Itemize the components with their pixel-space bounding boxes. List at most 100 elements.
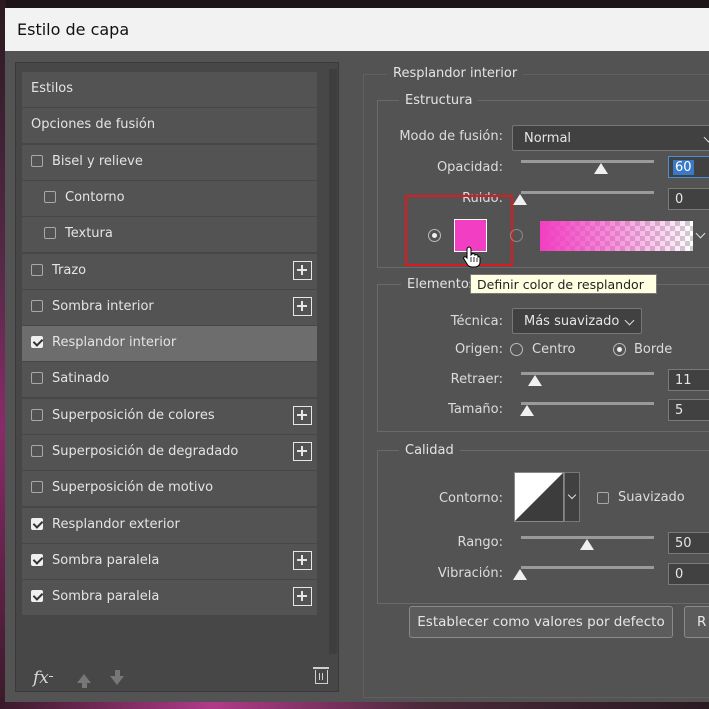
style-checkbox[interactable]: [31, 481, 43, 494]
styles-list-item[interactable]: Resplandor exterior: [22, 507, 317, 543]
choke-input[interactable]: 11: [668, 369, 709, 391]
opacity-label: Opacidad:: [436, 160, 503, 175]
style-checkbox[interactable]: [31, 154, 43, 167]
style-checkbox[interactable]: [44, 227, 56, 240]
styles-list-item[interactable]: Sombra paralela: [22, 580, 317, 616]
styles-list-item[interactable]: Bisel y relieve: [22, 144, 317, 180]
add-style-icon[interactable]: [293, 442, 312, 461]
styles-list-item[interactable]: Superposición de degradado: [22, 435, 317, 470]
range-slider-thumb[interactable]: [580, 539, 594, 550]
contour-dropdown[interactable]: [564, 472, 580, 522]
size-label: Tamaño:: [448, 402, 503, 417]
style-checkbox[interactable]: [31, 408, 43, 421]
noise-input[interactable]: 0: [668, 188, 709, 210]
opacity-slider-thumb[interactable]: [594, 163, 608, 174]
opacity-value: 60: [673, 160, 694, 175]
choke-slider-thumb[interactable]: [528, 375, 542, 386]
add-style-icon[interactable]: [293, 405, 312, 425]
opacity-slider-track[interactable]: [521, 160, 654, 163]
style-item-label: Sombra interior: [52, 298, 154, 314]
styles-list-item[interactable]: Contorno: [22, 180, 317, 216]
technique-dropdown[interactable]: Más suavizado: [512, 308, 642, 334]
styles-list-item[interactable]: Estilos: [22, 72, 317, 107]
styles-list-item[interactable]: Sombra interior: [22, 289, 317, 325]
style-checkbox[interactable]: [31, 372, 43, 385]
source-edge-radio[interactable]: [613, 343, 626, 356]
size-slider-track[interactable]: [521, 402, 654, 405]
style-item-label: Sombra paralela: [52, 589, 160, 605]
inner-glow-title: Resplandor interior: [387, 66, 524, 81]
jitter-slider-thumb[interactable]: [513, 569, 527, 580]
add-style-icon[interactable]: [293, 296, 312, 316]
style-checkbox[interactable]: [31, 445, 43, 457]
set-default-button[interactable]: Establecer como valores por defecto: [409, 606, 673, 638]
style-checkbox[interactable]: [31, 590, 43, 603]
set-default-label: Establecer como valores por defecto: [417, 614, 665, 630]
styles-list-panel: Estilos Opciones de fusión Bisel y relieve…: [15, 62, 339, 692]
noise-slider-thumb[interactable]: [513, 194, 527, 205]
style-item-label: Estilos: [31, 81, 74, 96]
trash-icon[interactable]: [313, 667, 329, 684]
add-style-icon[interactable]: [293, 587, 312, 607]
antialias-label: Suavizado: [618, 490, 685, 505]
styles-list-item[interactable]: Superposición de motivo: [22, 471, 317, 507]
styles-list-item[interactable]: Opciones de fusión: [22, 108, 317, 144]
style-checkbox[interactable]: [44, 190, 56, 203]
technique-label: Técnica:: [450, 314, 503, 329]
range-label: Rango:: [457, 535, 503, 550]
jitter-input[interactable]: 0: [668, 563, 709, 585]
styles-list-item[interactable]: Superposición de colores: [22, 398, 317, 434]
add-style-icon[interactable]: [293, 550, 312, 570]
style-checkbox[interactable]: [31, 263, 43, 276]
move-down-icon[interactable]: [110, 670, 124, 685]
title-bar: Estilo de capa: [5, 8, 709, 51]
style-checkbox[interactable]: [31, 517, 43, 530]
add-style-icon[interactable]: [293, 260, 312, 280]
contour-preview[interactable]: [514, 472, 564, 522]
gradient-mode-radio[interactable]: [510, 229, 523, 242]
jitter-value: 0: [675, 567, 684, 582]
fx-dropdown-marker: [49, 676, 53, 677]
jitter-slider-track[interactable]: [521, 566, 654, 569]
noise-value: 0: [675, 192, 684, 207]
size-value: 5: [675, 403, 684, 418]
size-input[interactable]: 5: [668, 399, 709, 421]
styles-list-item[interactable]: Resplandor interior: [22, 326, 317, 362]
choke-value: 11: [675, 373, 692, 388]
style-item-label: Superposición de degradado: [52, 444, 239, 459]
technique-value: Más suavizado: [524, 314, 620, 329]
styles-list-scrollbar[interactable]: [329, 69, 337, 654]
style-item-label: Resplandor interior: [52, 335, 177, 351]
style-item-label: Resplandor exterior: [52, 516, 180, 532]
style-item-label: Contorno: [65, 189, 125, 205]
styles-list-item[interactable]: Trazo: [22, 253, 317, 289]
chevron-down-icon: [703, 132, 709, 143]
color-tooltip: Definir color de resplandor: [470, 274, 657, 294]
antialias-checkbox[interactable]: [597, 492, 609, 504]
style-checkbox[interactable]: [31, 299, 43, 312]
contour-label: Contorno:: [438, 491, 503, 506]
noise-slider-track[interactable]: [521, 191, 654, 194]
reset-default-button[interactable]: R: [684, 606, 709, 638]
source-center-radio[interactable]: [510, 343, 523, 356]
range-value: 50: [675, 536, 692, 551]
styles-list-item[interactable]: Sombra paralela: [22, 543, 317, 579]
fx-icon[interactable]: fx: [33, 668, 49, 688]
highlight-box: [405, 195, 513, 266]
glow-gradient-preview[interactable]: [540, 221, 693, 251]
reset-default-label: R: [697, 614, 707, 630]
size-slider-thumb[interactable]: [520, 405, 534, 416]
move-up-icon[interactable]: [77, 674, 91, 688]
styles-list-item[interactable]: Textura: [22, 217, 317, 253]
style-checkbox[interactable]: [31, 336, 43, 349]
quality-title: Calidad: [399, 443, 460, 458]
opacity-input[interactable]: 60: [668, 156, 709, 178]
blend-mode-dropdown[interactable]: Normal: [512, 125, 709, 151]
blend-mode-label: Modo de fusión:: [399, 129, 503, 144]
styles-list-item[interactable]: Satinado: [22, 362, 317, 398]
range-input[interactable]: 50: [668, 532, 709, 554]
style-item-label: Opciones de fusión: [31, 117, 156, 133]
style-checkbox[interactable]: [31, 553, 43, 566]
contour-curve-icon: [515, 473, 563, 521]
style-item-label: Sombra paralela: [52, 552, 160, 568]
